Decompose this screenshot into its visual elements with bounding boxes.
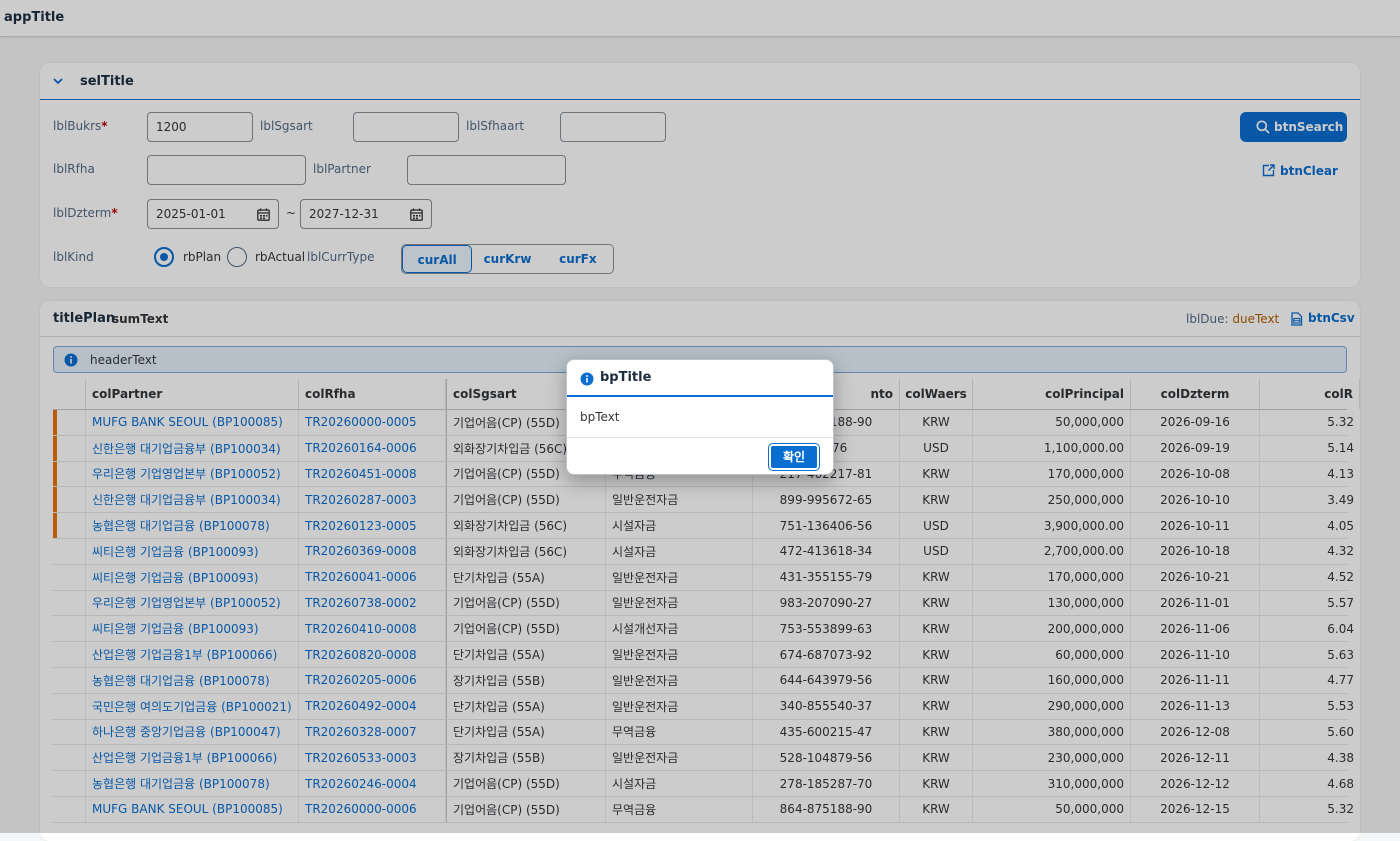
dialog-ok-button[interactable]: 확인: [768, 443, 820, 471]
info-dialog: bpTitle bpText 확인: [566, 359, 834, 475]
dialog-footer: 확인: [567, 437, 833, 475]
info-icon: [580, 372, 594, 386]
dialog-title: bpTitle: [600, 370, 652, 385]
dialog-text: bpText: [580, 410, 620, 424]
dialog-header: bpTitle: [567, 360, 833, 397]
